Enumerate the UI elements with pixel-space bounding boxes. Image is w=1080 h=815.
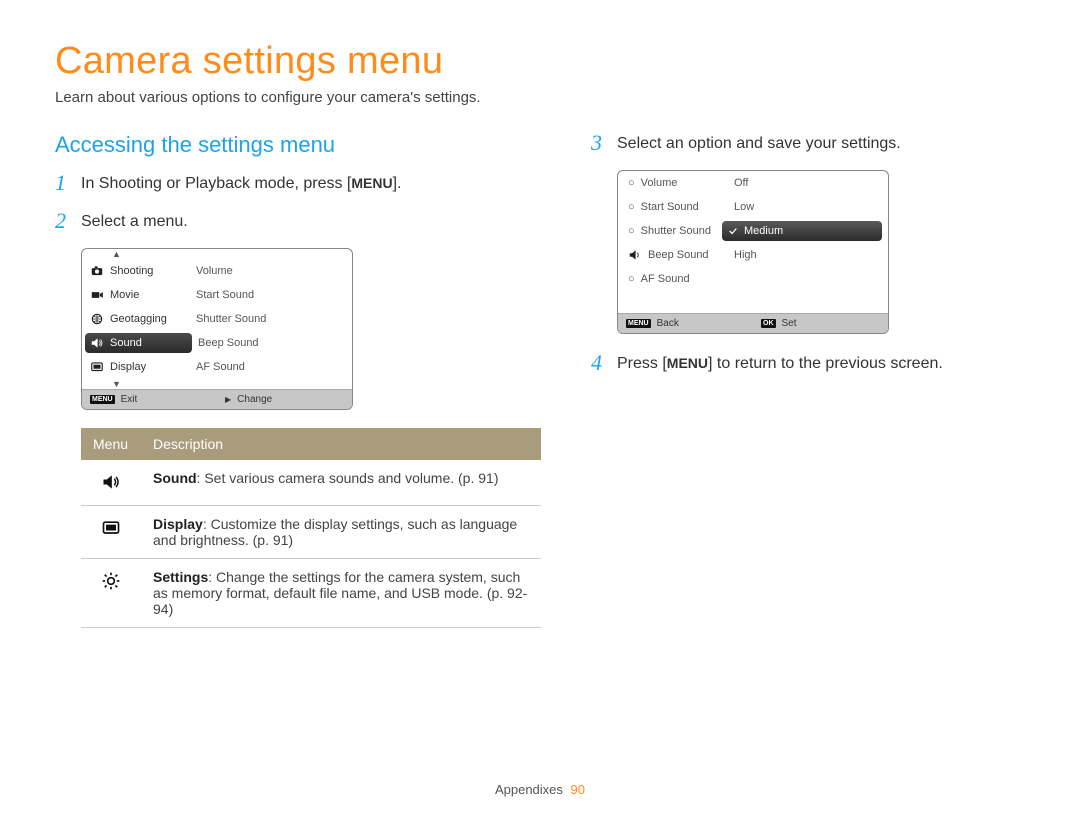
volume-item: ○ Volume <box>618 177 726 189</box>
step-number: 2 <box>55 210 81 232</box>
right-column: 3 Select an option and save your setting… <box>591 132 1025 628</box>
medium-selected: Medium <box>722 221 882 241</box>
globe-icon <box>90 312 104 326</box>
table-header-menu: Menu <box>81 428 141 460</box>
menu-item-movie: Movie <box>82 288 192 302</box>
left-column: Accessing the settings menu 1 In Shootin… <box>55 132 541 628</box>
step-3: 3 Select an option and save your setting… <box>591 132 1025 156</box>
menu-item-shooting: Shooting <box>82 264 192 278</box>
sound-icon <box>101 472 121 492</box>
menu-key-label: MENU <box>351 175 392 191</box>
step-2: 2 Select a menu. <box>55 210 541 234</box>
radio-icon: ○ <box>628 177 635 189</box>
step-text: Select an option and save your settings. <box>617 132 901 156</box>
scroll-up-icon: ▲ <box>82 249 352 259</box>
table-row: Settings: Change the settings for the ca… <box>81 559 541 628</box>
shutter-sound-item: ○ Shutter Sound <box>618 225 726 237</box>
menu-tag-icon: MENU <box>90 395 115 404</box>
display-icon <box>101 518 121 538</box>
menu-item-sound-selected: Sound <box>85 333 192 353</box>
radio-icon: ○ <box>628 201 635 213</box>
check-icon <box>728 226 738 236</box>
display-icon <box>90 360 104 374</box>
section-title: Accessing the settings menu <box>55 132 541 158</box>
gear-icon <box>101 571 121 591</box>
page-footer: Appendixes 90 <box>0 782 1080 797</box>
step-text: Select a menu. <box>81 210 188 234</box>
radio-icon: ○ <box>628 273 635 285</box>
menu-tag-icon: MENU <box>626 319 651 328</box>
menu-item-geotagging: Geotagging <box>82 312 192 326</box>
ok-tag-icon: OK <box>761 319 776 328</box>
af-sound-item: ○ AF Sound <box>618 273 726 285</box>
scroll-down-icon: ▼ <box>82 379 352 389</box>
table-header-description: Description <box>141 428 541 460</box>
page-title: Camera settings menu <box>55 40 1025 83</box>
camera-screen-option: ○ Volume Off ○ Start Sound Low ○ Shutter… <box>617 170 889 334</box>
step-text: In Shooting or Playback mode, press [MEN… <box>81 172 402 196</box>
camera-icon <box>90 264 104 278</box>
step-text: Press [MENU] to return to the previous s… <box>617 352 943 376</box>
page-number: 90 <box>571 782 585 797</box>
step-number: 4 <box>591 352 617 374</box>
step-4: 4 Press [MENU] to return to the previous… <box>591 352 1025 376</box>
movie-icon <box>90 288 104 302</box>
sound-icon <box>90 336 104 350</box>
menu-key-label: MENU <box>667 355 708 371</box>
camera-screen-footer: MENU Back OK Set <box>618 313 888 333</box>
beep-sound-item: Beep Sound <box>618 248 726 262</box>
step-number: 3 <box>591 132 617 154</box>
camera-screen-footer: MENU Exit ▶ Change <box>82 389 352 409</box>
menu-item-display: Display <box>82 360 192 374</box>
step-1: 1 In Shooting or Playback mode, press [M… <box>55 172 541 196</box>
page-intro: Learn about various options to configure… <box>55 89 1025 106</box>
step-number: 1 <box>55 172 81 194</box>
camera-screen-menu: ▲ Shooting Volume Movie Start Sound Geot… <box>81 248 353 410</box>
play-icon: ▶ <box>225 395 231 404</box>
table-row: Sound: Set various camera sounds and vol… <box>81 460 541 506</box>
sound-icon <box>628 248 642 262</box>
description-table: Menu Description Sound: Set various came… <box>81 428 541 628</box>
radio-icon: ○ <box>628 225 635 237</box>
start-sound-item: ○ Start Sound <box>618 201 726 213</box>
table-row: Display: Customize the display settings,… <box>81 506 541 559</box>
